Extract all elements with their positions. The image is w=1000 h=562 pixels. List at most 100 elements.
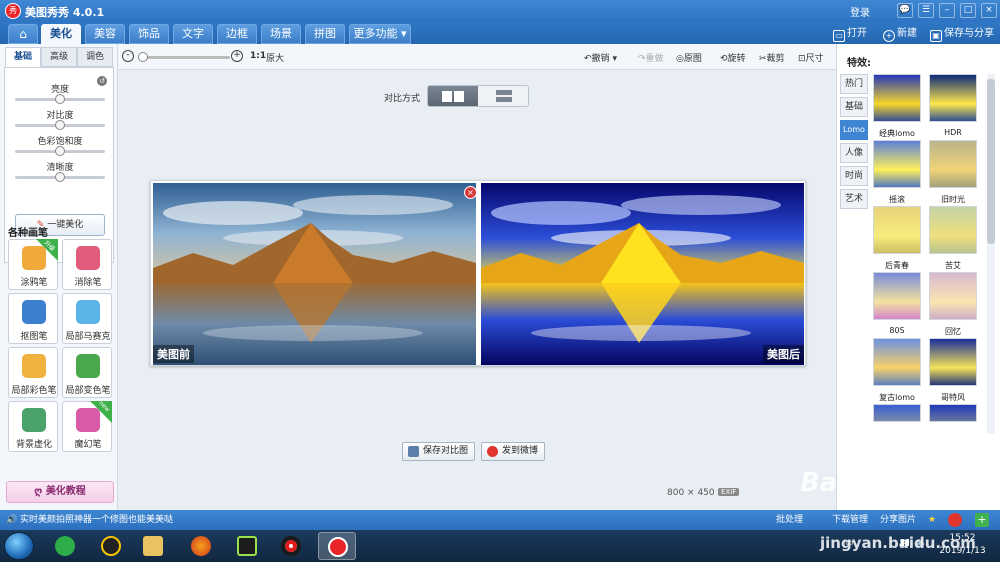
- open-button[interactable]: ▭ 打开: [833, 26, 867, 42]
- effect-thumb[interactable]: [873, 404, 921, 422]
- taskbar-app[interactable]: [182, 532, 220, 560]
- close-compare-icon[interactable]: ×: [464, 186, 476, 199]
- effect-thumb[interactable]: [873, 272, 921, 320]
- effect-thumb[interactable]: [873, 140, 921, 188]
- rotate-button[interactable]: ⟲旋转: [720, 51, 746, 64]
- brush-doodle[interactable]: 升级 涂鸦笔: [8, 239, 58, 290]
- brush-background-blur[interactable]: 背景虚化: [8, 401, 58, 452]
- tab-scene[interactable]: 场景: [261, 24, 301, 44]
- effect-thumb[interactable]: [929, 404, 977, 422]
- zoom-in-icon[interactable]: +: [231, 50, 243, 62]
- after-image[interactable]: 美图后: [481, 183, 804, 365]
- taskbar-app-meitu[interactable]: [318, 532, 356, 560]
- close-button[interactable]: ×: [981, 3, 997, 18]
- batch-button[interactable]: 批处理: [776, 510, 803, 530]
- zoom-slider-knob[interactable]: [138, 52, 148, 62]
- effect-thumb[interactable]: [929, 140, 977, 188]
- category-art[interactable]: 艺术: [840, 189, 868, 209]
- minimize-button[interactable]: –: [939, 3, 955, 18]
- add-icon[interactable]: +: [975, 513, 989, 527]
- effect-thumb[interactable]: [873, 338, 921, 386]
- start-button[interactable]: [4, 532, 34, 560]
- subtab-color[interactable]: 调色: [77, 47, 113, 67]
- resize-button[interactable]: ⊡尺寸: [798, 51, 824, 64]
- sharpness-knob[interactable]: [55, 172, 65, 182]
- zoom-slider[interactable]: [138, 52, 230, 62]
- brush-cutout[interactable]: 抠图笔: [8, 293, 58, 344]
- original-size-button[interactable]: 原大: [266, 51, 284, 64]
- feedback-icon[interactable]: 💬: [897, 3, 913, 18]
- category-hot[interactable]: 热门: [840, 74, 868, 94]
- beautify-tutorial-button[interactable]: ღ 美化教程: [6, 481, 114, 503]
- sharpness-slider[interactable]: [15, 172, 105, 182]
- crop-button[interactable]: ✂裁剪: [759, 51, 785, 64]
- save-icon: [408, 446, 419, 457]
- login-link[interactable]: 登录: [850, 4, 870, 19]
- effect-thumb[interactable]: [873, 74, 921, 122]
- weibo-status-icon[interactable]: [948, 513, 962, 527]
- category-fashion[interactable]: 时尚: [840, 166, 868, 186]
- tab-collage[interactable]: 拼图: [305, 24, 345, 44]
- effects-scroll-thumb[interactable]: [987, 79, 995, 244]
- brush-magic[interactable]: new 魔幻笔: [62, 400, 112, 452]
- category-portrait[interactable]: 人像: [840, 143, 868, 163]
- compare-mode-toggle[interactable]: [427, 85, 529, 107]
- new-button[interactable]: + 新建: [883, 26, 917, 42]
- exif-button[interactable]: EXIF: [718, 488, 740, 496]
- subtab-basic[interactable]: 基础: [5, 47, 41, 67]
- tab-home[interactable]: ⌂: [8, 24, 38, 44]
- effect-thumb[interactable]: [929, 74, 977, 122]
- title-bar: 秀 美图秀秀 4.0.1 登录 💬 ☰ – □ ×: [0, 0, 1000, 22]
- redo-icon: ↷: [638, 54, 646, 64]
- undo-button[interactable]: ↶撤销 ▾: [584, 51, 617, 64]
- taskbar-app[interactable]: [228, 532, 266, 560]
- saturation-knob[interactable]: [55, 146, 65, 156]
- effect-thumb[interactable]: [873, 206, 921, 254]
- brightness-knob[interactable]: [55, 94, 65, 104]
- brush-mosaic[interactable]: 局部马赛克: [62, 293, 112, 344]
- maximize-button[interactable]: □: [960, 3, 976, 18]
- effect-thumb[interactable]: [929, 206, 977, 254]
- side-by-side-option[interactable]: [428, 86, 478, 106]
- before-image[interactable]: 美图前 ×: [153, 183, 476, 365]
- original-image-button[interactable]: ◎原图: [676, 51, 702, 64]
- status-tip[interactable]: 实时美颜拍照神器一个修图也能美美哒: [20, 510, 173, 530]
- top-bottom-option[interactable]: [478, 86, 528, 106]
- download-manager-button[interactable]: 下载管理: [832, 510, 868, 530]
- tab-beauty[interactable]: 美容: [85, 24, 125, 44]
- undo-dropdown-icon[interactable]: ▾: [612, 54, 617, 64]
- taskbar-app[interactable]: [134, 532, 172, 560]
- save-compare-button[interactable]: 保存对比图: [402, 442, 476, 461]
- share-image-button[interactable]: 分享图片: [880, 510, 916, 530]
- resize-icon: ⊡: [798, 54, 806, 64]
- share-weibo-button[interactable]: 发到微博: [481, 442, 546, 461]
- subtab-advanced[interactable]: 高级: [41, 47, 77, 67]
- effects-scrollbar[interactable]: [987, 74, 995, 434]
- zoom-out-icon[interactable]: -: [122, 50, 134, 62]
- taskbar-app[interactable]: [46, 532, 84, 560]
- effect-thumb[interactable]: [929, 338, 977, 386]
- star-icon[interactable]: ★: [928, 510, 936, 530]
- brush-local-color[interactable]: 局部彩色笔: [8, 347, 58, 398]
- tab-border[interactable]: 边框: [217, 24, 257, 44]
- tab-beautify[interactable]: 美化: [41, 24, 81, 44]
- effect-thumb[interactable]: [929, 272, 977, 320]
- category-lomo[interactable]: Lomo: [840, 120, 868, 140]
- tab-more-features[interactable]: 更多功能 ▾: [349, 24, 411, 44]
- category-basic[interactable]: 基础: [840, 97, 868, 117]
- tab-text[interactable]: 文字: [173, 24, 213, 44]
- saturation-slider[interactable]: [15, 146, 105, 156]
- zoom-ratio: 1:1: [250, 51, 267, 61]
- watermark-url: jingyan.baidu.com: [820, 534, 976, 552]
- contrast-knob[interactable]: [55, 120, 65, 130]
- brightness-slider[interactable]: [15, 94, 105, 104]
- menu-icon[interactable]: ☰: [918, 3, 934, 18]
- tab-decoration[interactable]: 饰品: [129, 24, 169, 44]
- taskbar-app[interactable]: [272, 532, 310, 560]
- contrast-slider[interactable]: [15, 120, 105, 130]
- brush-local-recolor[interactable]: 局部变色笔: [62, 347, 112, 398]
- save-share-button[interactable]: ▣ 保存与分享: [930, 26, 994, 42]
- redo-button[interactable]: ↷重做: [638, 51, 664, 64]
- taskbar-app[interactable]: [92, 532, 130, 560]
- brush-eraser[interactable]: 消除笔: [62, 239, 112, 290]
